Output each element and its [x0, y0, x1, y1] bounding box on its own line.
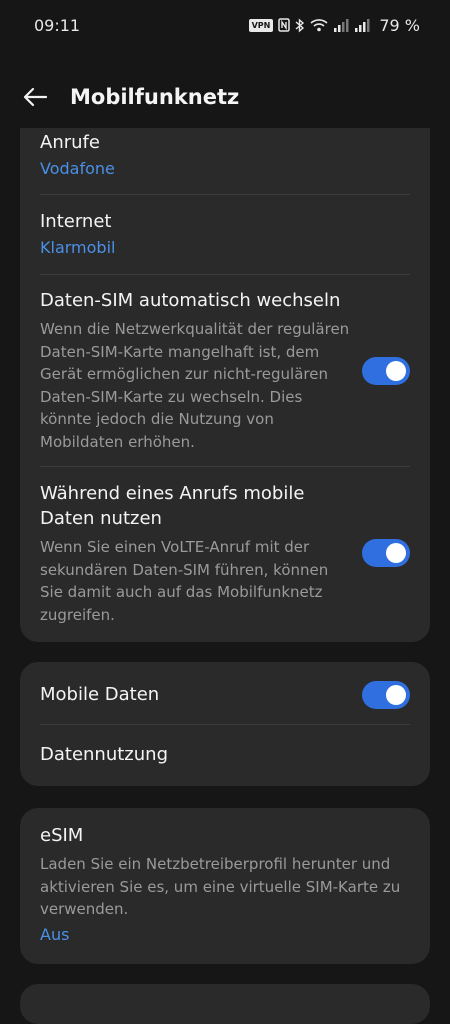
internet-setting[interactable]: Internet Klarmobil: [40, 209, 410, 259]
nfc-icon: [278, 18, 291, 32]
auto-switch-description: Wenn die Netzwerkqualität der regulären …: [40, 320, 350, 451]
calls-sim-value: Vodafone: [40, 159, 115, 178]
call-data-description: Wenn Sie einen VoLTE-Anruf mit der sekun…: [40, 538, 329, 624]
mobile-data-card: Mobile Daten Datennutzung: [20, 662, 430, 786]
back-arrow-icon[interactable]: [22, 87, 48, 107]
wifi-icon: [310, 18, 328, 32]
divider: [40, 466, 410, 467]
esim-status-value: Aus: [40, 924, 70, 944]
esim-title: eSIM: [40, 825, 84, 846]
call-data-setting[interactable]: Während eines Anrufs mobile Daten nutzen…: [40, 481, 410, 626]
mobile-data-title: Mobile Daten: [40, 684, 160, 705]
esim-card[interactable]: eSIM Laden Sie ein Netzbetreiberprofil h…: [20, 808, 430, 964]
toggle-knob: [386, 361, 406, 381]
page-title: Mobilfunknetz: [70, 85, 240, 109]
vpn-icon: VPN: [248, 18, 274, 32]
auto-switch-toggle[interactable]: [362, 357, 410, 385]
data-usage-item[interactable]: Datennutzung: [40, 742, 410, 768]
bluetooth-icon: [295, 17, 305, 33]
next-settings-card: [20, 984, 430, 1024]
call-data-toggle[interactable]: [362, 539, 410, 567]
app-bar: Mobilfunknetz: [0, 70, 450, 124]
esim-description: Laden Sie ein Netzbetreiberprofil herunt…: [40, 855, 401, 918]
divider: [40, 724, 410, 725]
signal-icon-sim1: [333, 18, 349, 32]
call-data-title: Während eines Anrufs mobile Daten nutzen: [40, 483, 305, 529]
toggle-knob: [386, 685, 406, 705]
status-bar: 09:11 VPN 79 %: [0, 0, 450, 50]
data-usage-title: Datennutzung: [40, 744, 168, 765]
divider: [40, 194, 410, 195]
divider: [40, 274, 410, 275]
auto-switch-setting[interactable]: Daten-SIM automatisch wechseln Wenn die …: [40, 288, 410, 453]
calls-title: Anrufe: [40, 132, 100, 153]
calls-setting[interactable]: Anrufe Vodafone: [40, 130, 410, 180]
mobile-data-toggle[interactable]: [362, 681, 410, 709]
auto-switch-title: Daten-SIM automatisch wechseln: [40, 290, 341, 311]
status-icons: VPN 79 %: [248, 15, 420, 35]
internet-title: Internet: [40, 211, 112, 232]
signal-icon-sim2: [354, 18, 370, 32]
sim-settings-card: Anrufe Vodafone Internet Klarmobil Daten…: [20, 128, 430, 642]
esim-setting[interactable]: eSIM Laden Sie ein Netzbetreiberprofil h…: [40, 823, 410, 946]
mobile-data-setting[interactable]: Mobile Daten: [40, 681, 410, 709]
status-time: 09:11: [34, 15, 81, 35]
internet-sim-value: Klarmobil: [40, 238, 116, 257]
toggle-knob: [386, 543, 406, 563]
battery-level: 79 %: [379, 15, 420, 35]
